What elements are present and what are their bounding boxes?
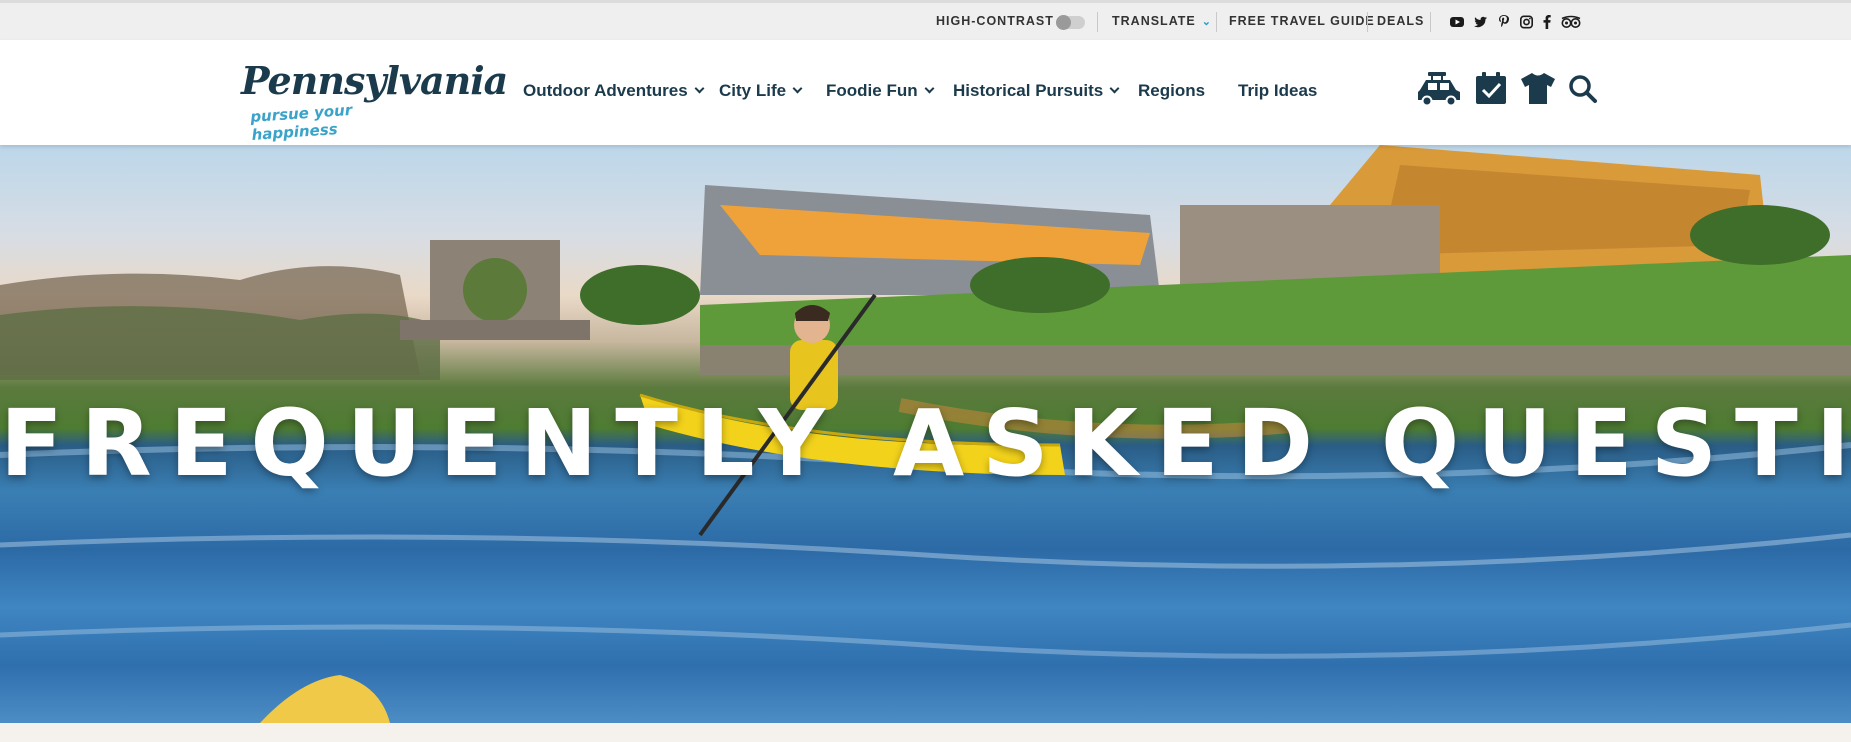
instagram-icon[interactable]: [1520, 15, 1533, 29]
high-contrast-toggle[interactable]: [1056, 15, 1085, 30]
utility-bar: HIGH-CONTRAST TRANSLATE ⌄ FREE TRAVEL GUI…: [0, 0, 1851, 40]
nav-label: Historical Pursuits: [953, 81, 1104, 100]
nav-historical-pursuits[interactable]: Historical Pursuits: [953, 78, 1120, 104]
nav-outdoor-adventures[interactable]: Outdoor Adventures: [523, 78, 705, 104]
chevron-down-icon: [1109, 83, 1120, 94]
social-links: [1450, 15, 1591, 29]
page-background-strip: [0, 723, 1851, 742]
tripadvisor-icon[interactable]: [1561, 15, 1581, 29]
calendar-check-icon[interactable]: [1475, 70, 1507, 106]
nav-trip-ideas[interactable]: Trip Ideas: [1238, 78, 1317, 104]
nav-label: Outdoor Adventures: [523, 81, 688, 100]
logo-text: Pennsylvania: [241, 58, 508, 103]
divider: [1097, 12, 1098, 32]
youtube-icon[interactable]: [1450, 15, 1464, 29]
hero-title: FREQUENTLY ASKED QUESTIONS: [0, 390, 1851, 497]
nav-label: City Life: [719, 81, 787, 100]
translate-label: TRANSLATE: [1112, 14, 1196, 28]
toggle-knob: [1056, 15, 1071, 30]
divider: [1367, 12, 1368, 32]
nav-city-life[interactable]: City Life: [719, 78, 803, 104]
nav-regions[interactable]: Regions: [1138, 78, 1205, 104]
deals-link[interactable]: DEALS: [1377, 3, 1424, 40]
car-icon[interactable]: [1416, 70, 1462, 106]
site-header: Pennsylvania pursue your happiness Outdo…: [0, 40, 1851, 145]
pinterest-icon[interactable]: [1498, 15, 1510, 29]
hero-banner: FREQUENTLY ASKED QUESTIONS: [0, 145, 1851, 723]
divider: [1430, 12, 1431, 32]
free-travel-guide-link[interactable]: FREE TRAVEL GUIDE: [1229, 3, 1375, 40]
high-contrast-label: HIGH-CONTRAST: [936, 14, 1054, 28]
nav-label: Trip Ideas: [1238, 81, 1318, 100]
tshirt-icon[interactable]: [1520, 70, 1556, 106]
chevron-down-icon: ⌄: [1201, 16, 1212, 28]
facebook-icon[interactable]: [1543, 15, 1551, 29]
nav-label: Foodie Fun: [826, 81, 918, 100]
nav-label: Regions: [1138, 81, 1206, 100]
search-icon[interactable]: [1568, 70, 1598, 106]
site-logo[interactable]: Pennsylvania pursue your happiness: [238, 52, 508, 144]
chevron-down-icon: [924, 83, 935, 94]
translate-dropdown[interactable]: TRANSLATE ⌄: [1112, 3, 1212, 40]
twitter-icon[interactable]: [1474, 15, 1488, 29]
chevron-down-icon: [694, 83, 705, 94]
nav-foodie-fun[interactable]: Foodie Fun: [826, 78, 935, 104]
chevron-down-icon: [792, 83, 803, 94]
divider: [1216, 12, 1217, 32]
